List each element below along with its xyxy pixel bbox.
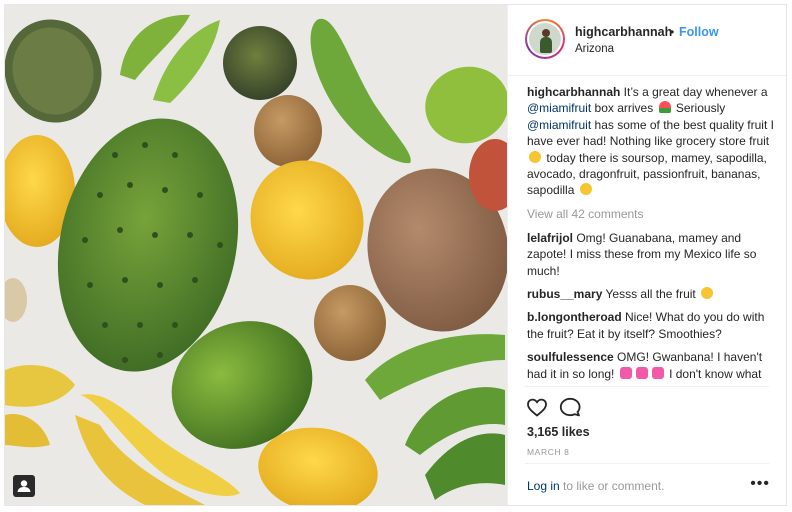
caption-text: Seriously	[672, 101, 726, 116]
comment: lelafrijol Omg! Guanabana, mamey and zap…	[527, 230, 777, 279]
likes-count[interactable]: 3,165 likes	[527, 425, 590, 439]
caption-text: today there is soursop, mamey, sapodilla…	[527, 150, 767, 198]
post-container: highcarbhannah • Follow Arizona highcarb…	[4, 4, 787, 506]
comment-username[interactable]: soulfulessence	[527, 350, 614, 364]
pink-heart-emoji	[635, 366, 648, 379]
watermelon-emoji	[658, 101, 671, 114]
caption-text: box arrives	[591, 101, 657, 116]
comment-icon[interactable]	[558, 395, 582, 419]
post-header: highcarbhannah • Follow Arizona	[508, 5, 786, 76]
comment: soulfulessence OMG! Gwanbana! I haven't …	[527, 349, 777, 384]
avatar[interactable]	[525, 19, 565, 59]
comments-section: highcarbhannah It’s a great day whenever…	[527, 84, 777, 384]
yum-emoji	[579, 183, 592, 196]
comment-username[interactable]: b.longontheroad	[527, 310, 622, 324]
login-link[interactable]: Log in	[527, 479, 560, 493]
comment: b.longontheroad Nice! What do you do wit…	[527, 309, 777, 342]
smile-emoji	[701, 287, 714, 300]
divider	[525, 386, 769, 387]
comment-username[interactable]: lelafrijol	[527, 231, 573, 245]
more-options-icon[interactable]: •••	[750, 476, 770, 492]
comment-username[interactable]: rubus__mary	[527, 287, 602, 301]
post-sidebar: highcarbhannah • Follow Arizona highcarb…	[507, 5, 786, 505]
view-all-comments-link[interactable]: View all 42 comments	[527, 207, 777, 221]
header-username[interactable]: highcarbhannah	[575, 25, 672, 39]
login-prompt-text: to like or comment.	[559, 479, 665, 493]
post-photo[interactable]	[5, 5, 507, 505]
caption: highcarbhannah It’s a great day whenever…	[527, 84, 777, 199]
fruit-photo-illustration	[5, 5, 507, 505]
mention-link[interactable]: @miamifruit	[527, 118, 591, 132]
comment-text: Yesss all the fruit	[602, 287, 700, 302]
comment: rubus__mary Yesss all the fruit	[527, 286, 777, 302]
login-prompt: Log in to like or comment.	[527, 479, 664, 493]
divider	[525, 463, 769, 464]
caption-text: It’s a great day whenever a	[620, 85, 768, 99]
separator-dot: •	[670, 25, 675, 39]
pink-heart-emoji	[651, 366, 664, 379]
post-date: MARCH 8	[527, 447, 570, 457]
smile-emoji	[529, 150, 541, 163]
pink-heart-emoji	[619, 366, 632, 379]
mention-link[interactable]: @miamifruit	[527, 101, 591, 115]
user-tag-icon[interactable]	[13, 475, 35, 497]
follow-button[interactable]: Follow	[679, 25, 719, 39]
caption-author[interactable]: highcarbhannah	[527, 85, 620, 99]
location-link[interactable]: Arizona	[575, 43, 614, 55]
heart-icon[interactable]	[525, 395, 549, 419]
